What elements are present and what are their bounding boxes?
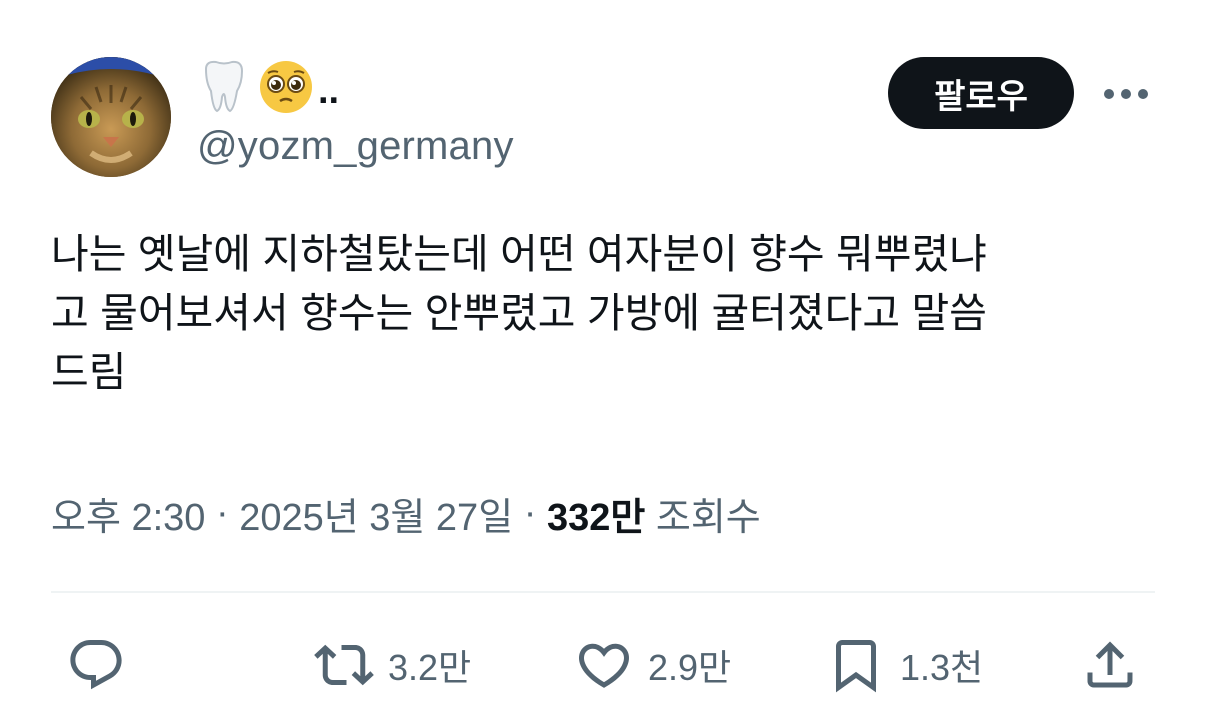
cat-avatar-image xyxy=(51,57,171,177)
more-options-button[interactable] xyxy=(1100,76,1152,112)
retweet-icon xyxy=(314,644,374,686)
heart-icon xyxy=(578,643,630,688)
views-count[interactable]: 332만 xyxy=(547,486,645,541)
retweet-button[interactable]: 3.2만 xyxy=(314,630,471,700)
share-icon xyxy=(1087,641,1133,688)
divider xyxy=(51,591,1155,593)
tooth-icon xyxy=(204,60,244,113)
more-dots-icon xyxy=(1104,89,1148,99)
display-name[interactable]: .. xyxy=(200,58,339,116)
pleading-face-icon xyxy=(260,61,312,113)
separator-dot: · xyxy=(205,492,240,534)
bookmark-icon xyxy=(836,640,876,693)
display-name-suffix: .. xyxy=(318,70,340,112)
separator-dot: · xyxy=(513,492,547,534)
avatar[interactable] xyxy=(51,57,171,177)
tweet-date[interactable]: 2025년 3월 27일 xyxy=(239,486,513,541)
tweet-text: 나는 옛날에 지하철탔는데 어떤 여자분이 향수 뭐뿌렸냐 고 물어보셔서 향수… xyxy=(51,231,987,395)
like-count: 2.9만 xyxy=(648,647,732,688)
share-button[interactable] xyxy=(1080,630,1140,700)
views-label: 조회수 xyxy=(645,497,761,539)
reply-icon xyxy=(70,640,122,690)
tweet-metadata: 오후 2:30 · 2025년 3월 27일 · 332만 조회수 xyxy=(51,486,761,541)
retweet-count: 3.2만 xyxy=(388,647,472,688)
like-button[interactable]: 2.9만 xyxy=(574,630,731,700)
user-handle[interactable]: @yozm_germany xyxy=(197,124,514,169)
follow-button[interactable]: 팔로우 xyxy=(888,57,1074,129)
bookmark-button[interactable]: 1.3천 xyxy=(826,630,983,700)
reply-button[interactable] xyxy=(66,630,126,700)
tweet-time[interactable]: 오후 2:30 xyxy=(51,486,205,541)
bookmark-count: 1.3천 xyxy=(900,647,984,688)
